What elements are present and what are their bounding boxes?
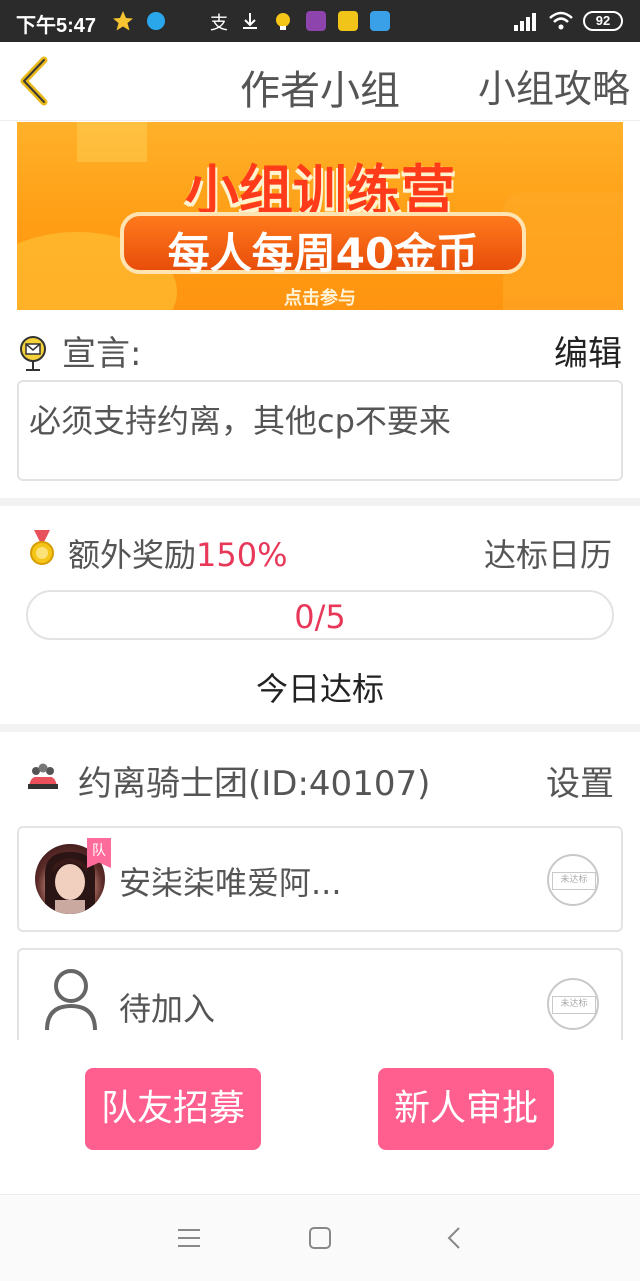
today-status-label: 今日达标 <box>255 670 384 708</box>
app-bubble-icon <box>147 12 165 30</box>
recruit-teammates-button[interactable]: 队友招募 <box>85 1068 261 1150</box>
banner-subtitle: 每人每周40金币 <box>167 229 479 278</box>
status-bar: 下午5:47 支 92 <box>0 0 640 42</box>
star-icon <box>113 11 133 31</box>
extra-reward-percent: 150% <box>196 536 288 574</box>
back-chevron-icon[interactable] <box>16 56 50 106</box>
top-header: 作者小组 小组攻略 <box>0 42 640 121</box>
mailbox-icon <box>20 336 46 371</box>
person-placeholder-icon <box>45 969 97 1031</box>
video-app-icon <box>306 11 326 31</box>
medal-icon <box>30 530 54 565</box>
page-title: 作者小组 <box>240 68 400 114</box>
alipay-icon: 支 <box>210 13 228 34</box>
team-icon <box>28 763 58 789</box>
declaration-text: 必须支持约离，其他cp不要来 <box>29 402 451 440</box>
back-icon[interactable] <box>440 1223 470 1253</box>
member-card[interactable]: 队 安柒柒唯爱阿... 未达标 <box>17 826 623 932</box>
banner-cta: 点击参与 <box>284 288 356 309</box>
bulb-icon <box>276 13 290 30</box>
download-icon <box>243 13 257 29</box>
home-icon[interactable] <box>305 1223 335 1253</box>
player-app-icon <box>370 11 390 31</box>
progress-text: 0/5 <box>294 598 346 636</box>
member-name: 待加入 <box>119 990 216 1028</box>
edit-declaration-button[interactable]: 编辑 <box>554 326 622 375</box>
group-strategy-link[interactable]: 小组攻略 <box>478 58 630 113</box>
banner-reward-pill: 每人每周40金币 <box>120 212 526 278</box>
training-camp-banner[interactable]: 小组训练营 每人每周40金币 点击参与 <box>17 122 623 310</box>
not-achieved-stamp-icon: 未达标 <box>547 854 599 906</box>
menu-icon[interactable] <box>174 1223 204 1253</box>
status-time: 下午5:47 <box>16 15 97 37</box>
declaration-box: 必须支持约离，其他cp不要来 <box>17 380 623 481</box>
section-divider <box>0 498 640 506</box>
system-nav-bar <box>0 1194 640 1281</box>
wifi-icon <box>549 11 573 30</box>
signal-icon <box>514 13 536 31</box>
approve-newcomers-button[interactable]: 新人审批 <box>378 1068 554 1150</box>
not-achieved-stamp-icon: 未达标 <box>547 978 599 1030</box>
section-divider <box>0 724 640 732</box>
team-settings-button[interactable]: 设置 <box>546 756 614 805</box>
extra-reward: 额外奖励150% <box>68 530 288 576</box>
reader-app-icon <box>338 11 358 31</box>
declaration-label: 宣言: <box>62 334 142 374</box>
team-name: 约离骑士团(ID:40107) <box>78 764 431 804</box>
member-name: 安柒柒唯爱阿... <box>119 864 342 902</box>
extra-reward-label: 额外奖励 <box>68 536 197 574</box>
daily-progress-bar: 0/5 <box>26 590 614 640</box>
achievement-calendar-link[interactable]: 达标日历 <box>484 530 612 576</box>
battery-indicator: 92 <box>583 11 623 31</box>
